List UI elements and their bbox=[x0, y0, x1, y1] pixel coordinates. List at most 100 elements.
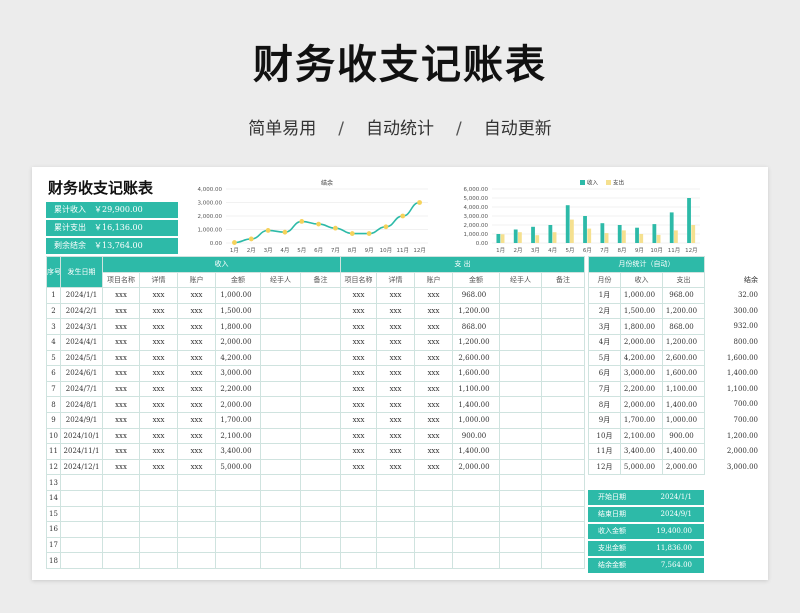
cell-empty bbox=[102, 474, 140, 491]
cell-month-expense: 1,100.00 bbox=[662, 380, 705, 398]
header-monthly-0: 月份 bbox=[588, 271, 621, 289]
data-point bbox=[282, 229, 288, 235]
cell-empty bbox=[260, 474, 301, 491]
cell-income-detail: xxx bbox=[139, 287, 178, 304]
stat-value: 11,836.00 bbox=[656, 544, 692, 552]
header-expense-3: 金额 bbox=[452, 271, 500, 289]
cell-income-item: xxx bbox=[102, 287, 140, 304]
cell-expense-handler bbox=[499, 411, 542, 429]
cell-month-income: 1,800.00 bbox=[620, 318, 663, 335]
cell-expense-detail: xxx bbox=[376, 396, 415, 413]
cell-expense-account: xxx bbox=[414, 458, 453, 476]
cell-income-account: xxx bbox=[177, 349, 216, 367]
cell-empty bbox=[177, 474, 216, 491]
page-title: 财务收支记账表 bbox=[253, 42, 547, 88]
stat-label: 结束日期 bbox=[598, 510, 626, 518]
cell-empty bbox=[452, 489, 500, 507]
cell-income-amount: 2,100.00 bbox=[215, 427, 261, 445]
cell-income-detail: xxx bbox=[139, 302, 178, 320]
cell-index: 3 bbox=[46, 318, 61, 335]
cell-empty bbox=[177, 521, 216, 538]
cell-empty bbox=[139, 474, 178, 491]
cell-empty bbox=[300, 489, 341, 507]
header-income-4: 经手人 bbox=[260, 271, 301, 289]
summary-label: 累计支出 bbox=[54, 223, 86, 232]
cell-expense-note bbox=[540, 318, 586, 335]
cell-expense-amount: 1,400.00 bbox=[452, 443, 500, 460]
monthly-stats-table: 月份统计（自动） 月份 收入 支出 1月 1,000.00 968.00 2月 1,500.… bbox=[588, 256, 705, 476]
cell-empty bbox=[139, 536, 178, 554]
cell-index: 11 bbox=[46, 443, 61, 460]
cell-empty bbox=[499, 521, 542, 538]
legend-label: 收入 bbox=[587, 179, 599, 187]
cell-expense-detail: xxx bbox=[376, 411, 415, 429]
chart-title: 结余 bbox=[321, 179, 333, 187]
monthly-row: 4月 2,000.00 1,200.00 bbox=[588, 333, 705, 351]
subtitle-part: 简单易用 bbox=[248, 119, 317, 139]
cell-expense-amount: 1,200.00 bbox=[452, 302, 500, 320]
data-point bbox=[349, 231, 355, 236]
cell-month: 12月 bbox=[588, 458, 621, 476]
cell-empty bbox=[340, 521, 377, 538]
header-monthly-1: 收入 bbox=[620, 271, 663, 289]
cell-index: 13 bbox=[46, 474, 61, 491]
cell-balance: 1,100.00 bbox=[726, 384, 758, 393]
cell-month: 2月 bbox=[588, 302, 621, 320]
cell-expense-account: xxx bbox=[414, 333, 453, 351]
bar-income bbox=[669, 212, 674, 243]
stat-0: 开始日期 2024/1/1 bbox=[588, 490, 704, 505]
header-monthly-stats: 月份统计（自动） bbox=[588, 256, 705, 273]
cell-balance: 2,000.00 bbox=[726, 447, 758, 456]
cell-income-account: xxx bbox=[177, 458, 216, 476]
monthly-row: 7月 2,200.00 1,100.00 bbox=[588, 380, 705, 398]
cell-balance: 3,000.00 bbox=[726, 462, 758, 471]
summary-total-expense: 累计支出 ￥16,136.00 bbox=[46, 220, 178, 236]
cell-empty bbox=[499, 474, 542, 491]
cell-empty bbox=[102, 552, 140, 569]
cell-month: 4月 bbox=[588, 333, 621, 351]
cell-month-expense: 968.00 bbox=[662, 287, 705, 304]
cell-empty bbox=[139, 505, 178, 523]
cell-balance: 800.00 bbox=[733, 338, 759, 346]
cell-expense-detail: xxx bbox=[376, 380, 415, 398]
cell-empty bbox=[376, 489, 415, 507]
cell-income-detail: xxx bbox=[139, 458, 178, 476]
table-row: 4 2024/4/1 xxx xxx xxx 2,000.00 xxx xxx xxx 1,200… bbox=[46, 333, 586, 351]
cell-expense-amount: 968.00 bbox=[452, 287, 500, 304]
cell-income-note bbox=[300, 458, 341, 476]
header-income-2: 账户 bbox=[177, 271, 216, 289]
cell-index: 5 bbox=[46, 349, 61, 367]
summary-remaining-balance: 剩余结余 ￥13,764.00 bbox=[46, 238, 178, 254]
cell-expense-handler bbox=[499, 396, 542, 413]
data-point bbox=[265, 228, 271, 233]
series-line-balance bbox=[234, 201, 420, 244]
cell-index: 15 bbox=[46, 505, 61, 523]
cell-expense-amount: 900.00 bbox=[452, 427, 500, 445]
cell-month-income: 3,000.00 bbox=[620, 365, 663, 382]
cell-empty bbox=[499, 505, 542, 523]
cell-date: 2024/11/1 bbox=[60, 443, 103, 460]
subtitle-part: 自动统计 bbox=[366, 119, 434, 139]
cell-expense-handler bbox=[499, 318, 542, 335]
monthly-row: 12月 5,000.00 2,000.00 bbox=[588, 458, 705, 476]
x-tick-label: 2月 bbox=[247, 247, 256, 254]
cell-income-item: xxx bbox=[102, 318, 140, 335]
table-row: 16 bbox=[46, 521, 586, 538]
cell-income-amount: 1,700.00 bbox=[215, 411, 261, 429]
cell-income-amount: 1,500.00 bbox=[215, 302, 261, 320]
stat-4: 结余金额 7,564.00 bbox=[588, 558, 704, 573]
cell-income-account: xxx bbox=[177, 365, 216, 382]
cell-empty bbox=[260, 536, 301, 554]
cell-balance: 700.00 bbox=[733, 400, 759, 409]
cell-expense-item: xxx bbox=[340, 458, 377, 476]
cell-expense-item: xxx bbox=[340, 287, 377, 304]
cell-expense-item: xxx bbox=[340, 333, 377, 351]
y-tick-label: 0.00 bbox=[476, 241, 489, 247]
cell-empty bbox=[540, 505, 586, 523]
cell-income-item: xxx bbox=[102, 427, 140, 445]
cell-income-note bbox=[300, 333, 341, 351]
bar-income bbox=[496, 234, 501, 243]
cell-balance: 700.00 bbox=[733, 416, 759, 424]
summary-label: 剩余结余 bbox=[54, 241, 86, 250]
cell-income-detail: xxx bbox=[139, 349, 178, 367]
